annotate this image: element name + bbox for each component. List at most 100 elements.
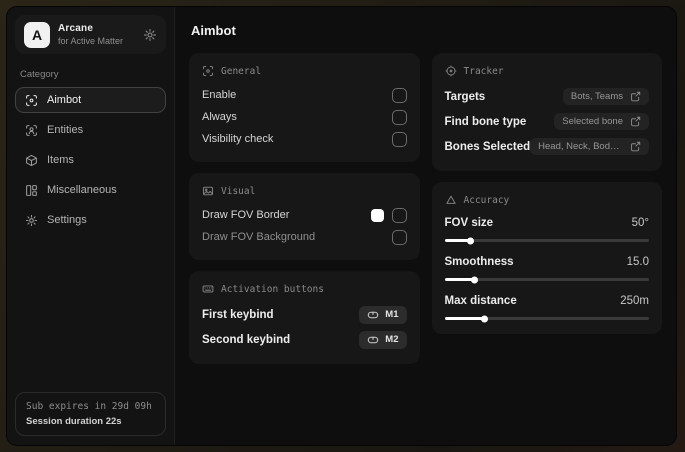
category-label: Category [20,69,59,80]
section-title: Tracker [463,65,504,77]
person-scan-icon [25,124,38,137]
find-bone-type-dropdown[interactable]: Selected bone [554,113,649,130]
slider-group-smoothness: Smoothness 15.0 [444,252,650,283]
brand-card: A Arcane for Active Matter [15,15,166,54]
row-label: Find bone type [444,115,527,128]
sidebar-item-miscellaneous[interactable]: Miscellaneous [15,177,166,203]
general-section-header: General [202,65,407,77]
slider-value: 250m [620,295,649,307]
max-distance-slider[interactable] [444,315,649,322]
first-keybind-button[interactable]: M1 [359,305,407,324]
toggle-row-always: Always [202,106,407,128]
second-keybind-button[interactable]: M2 [359,330,407,349]
accuracy-card: Accuracy FOV size 50° Smoothness 15.0 Ma… [431,182,662,334]
keybind-row-first: First keybind M1 [202,302,407,327]
crosshair-scan-icon [25,94,38,107]
sidebar-item-entities[interactable]: Entities [15,117,166,143]
slider-thumb[interactable] [481,315,489,322]
bones-selected-dropdown[interactable]: Head, Neck, Body, Pe... [530,138,649,155]
row-label: Visibility check [202,133,274,145]
row-label: Draw FOV Border [202,209,290,221]
radar-icon [445,65,457,77]
slider-fill [444,237,475,244]
sidebar-item-label: Items [47,154,74,166]
row-label: Targets [444,90,486,103]
slider-header: FOV size 50° [445,213,650,233]
row-label: Draw FOV Background [202,231,316,243]
expand-icon [630,116,641,127]
fov-size-slider[interactable] [444,237,649,244]
subscription-info-card: Sub expires in 29d 09h Session duration … [15,392,166,436]
toggle-row-draw-fov-background: Draw FOV Background [202,226,407,248]
section-title: Visual [221,185,256,197]
app-subtitle: for Active Matter [58,36,124,46]
section-title: General [221,65,262,77]
keybind-row-second: Second keybind M2 [202,327,407,352]
slider-group-max-distance: Max distance 250m [444,291,649,322]
section-title: Activation buttons [221,283,324,295]
dropdown-value: Selected bone [562,116,623,127]
fov-border-color-swatch[interactable] [370,208,384,222]
slider-group-fov-size: FOV size 50° [444,213,650,244]
right-column: Tracker Targets Bots, Teams Find bone ty… [431,53,662,334]
app-title: Arcane [58,23,94,34]
activation-section-header: Activation buttons [202,283,407,295]
expand-icon [630,141,641,152]
sidebar-item-label: Entities [47,124,84,136]
slider-label: Max distance [444,295,517,307]
main-content: Aimbot General Enable Always Visibility … [175,7,676,445]
slider-thumb[interactable] [467,237,475,244]
sidebar-item-aimbot[interactable]: Aimbot [15,87,166,113]
gear-icon[interactable] [143,28,157,42]
slider-value: 50° [631,217,649,229]
left-column: General Enable Always Visibility check V… [189,53,420,364]
general-card: General Enable Always Visibility check [189,53,420,162]
visual-section-header: Visual [202,185,407,197]
activation-buttons-card: Activation buttons First keybind M1 Seco… [189,271,420,364]
row-label: Always [202,111,237,123]
toggle-row-draw-fov-border: Draw FOV Border [202,204,407,226]
slider-label: Smoothness [444,256,514,268]
sidebar-item-items[interactable]: Items [15,147,166,173]
toggle-row-enable: Enable [202,84,407,106]
tracker-card: Tracker Targets Bots, Teams Find bone ty… [431,53,662,171]
mouse-icon [367,334,379,346]
mouse-icon [367,309,379,321]
toggle-row-visibility-check: Visibility check [202,128,407,150]
cube-icon [25,154,38,167]
row-label: Second keybind [202,333,291,346]
keyboard-icon [202,283,214,295]
sidebar: A Arcane for Active Matter Category Aimb… [7,7,175,445]
smoothness-slider[interactable] [444,276,649,283]
select-row-find-bone-type: Find bone type Selected bone [444,109,649,134]
slider-fill [444,315,489,322]
crosshair-scan-icon [202,65,214,77]
tracker-section-header: Tracker [445,65,650,77]
draw-fov-border-checkbox[interactable] [391,207,407,223]
enable-checkbox[interactable] [391,87,407,103]
app-logo: A [24,21,50,48]
session-duration-text: Session duration 22s [26,416,122,427]
select-row-bones-selected: Bones Selected Head, Neck, Body, Pe... [444,134,649,159]
arcane-menu-window: A Arcane for Active Matter Category Aimb… [6,6,677,446]
row-controls [370,207,407,223]
draw-fov-background-checkbox[interactable] [391,229,407,245]
targets-dropdown[interactable]: Bots, Teams [562,88,649,105]
sidebar-item-label: Settings [47,214,87,226]
slider-header: Smoothness 15.0 [445,252,650,272]
slider-thumb[interactable] [471,276,479,283]
accuracy-section-header: Accuracy [445,194,650,206]
row-label: Bones Selected [444,140,531,153]
sub-expires-text: Sub expires in 29d 09h [26,401,152,412]
dropdown-value: Head, Neck, Body, Pe... [538,141,623,152]
always-checkbox[interactable] [391,109,407,125]
row-label: Enable [202,89,237,101]
sidebar-item-label: Miscellaneous [47,184,117,196]
slider-value: 15.0 [626,256,649,268]
visual-card: Visual Draw FOV Border Draw FOV Backgrou… [189,173,420,260]
layout-icon [25,184,38,197]
sidebar-item-settings[interactable]: Settings [15,207,166,233]
visibility-check-checkbox[interactable] [391,131,407,147]
section-title: Accuracy [463,194,510,206]
brand-text: Arcane for Active Matter [58,23,123,46]
